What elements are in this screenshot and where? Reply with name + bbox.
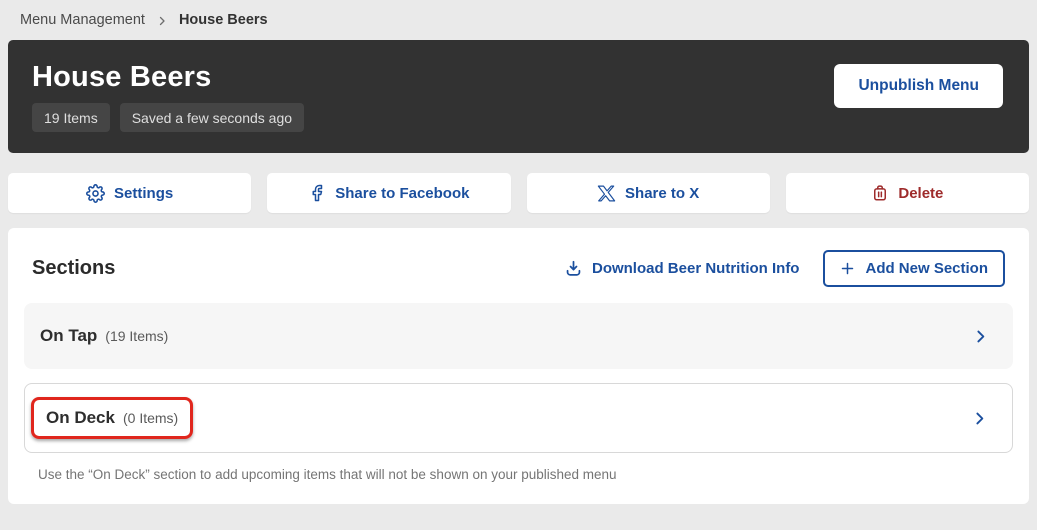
share-facebook-button[interactable]: Share to Facebook: [267, 173, 511, 213]
section-name: On Tap: [40, 326, 98, 345]
section-row-on-deck[interactable]: On Deck (0 Items): [24, 383, 1013, 453]
facebook-icon: [308, 184, 326, 202]
breadcrumb-current-page: House Beers: [178, 12, 268, 28]
annotation-highlight: On Deck (0 Items): [31, 397, 194, 439]
settings-button-label: Settings: [114, 184, 174, 202]
saved-status-badge: Saved a few seconds ago: [119, 103, 305, 132]
breadcrumb: Menu Management House Beers: [0, 0, 1037, 40]
sections-actions: Download Beer Nutrition Info Add New Sec…: [564, 250, 1005, 287]
breadcrumb-chevron-icon: [156, 15, 168, 27]
download-nutrition-link-label: Download Beer Nutrition Info: [591, 260, 800, 277]
gear-icon: [86, 183, 105, 203]
share-x-button-label: Share to X: [625, 184, 700, 202]
download-nutrition-link[interactable]: Download Beer Nutrition Info: [564, 259, 800, 278]
section-item-count: (0 Items): [122, 410, 179, 426]
trash-icon: [871, 184, 889, 202]
add-new-section-button-label: Add New Section: [865, 260, 988, 277]
add-new-section-button[interactable]: Add New Section: [823, 250, 1005, 287]
breadcrumb-link-menu-management[interactable]: Menu Management: [20, 12, 145, 28]
item-count-badge: 19 Items: [32, 103, 110, 132]
plus-icon: [840, 261, 855, 276]
on-deck-help-text: Use the “On Deck” section to add upcomin…: [38, 467, 617, 482]
chevron-right-icon: [972, 328, 989, 345]
section-row-on-tap[interactable]: On Tap (19 Items): [24, 303, 1013, 369]
settings-button[interactable]: Settings: [8, 173, 252, 213]
sections-heading: Sections: [32, 257, 116, 279]
menu-toolbar: Settings Share to Facebook Share to X De…: [8, 173, 1029, 213]
download-icon: [564, 259, 583, 278]
delete-menu-button-label: Delete: [898, 184, 944, 202]
menu-header: House Beers 19 Items Saved a few seconds…: [8, 40, 1029, 153]
chevron-right-icon: [971, 410, 988, 427]
section-item-count: (19 Items): [105, 328, 169, 344]
section-rows: On Tap (19 Items) On Deck (0 Items): [24, 303, 1013, 453]
sections-panel-header: Sections Download Beer Nutrition Info Ad…: [8, 250, 1029, 287]
unpublish-menu-button[interactable]: Unpublish Menu: [834, 64, 1003, 108]
share-facebook-button-label: Share to Facebook: [335, 184, 470, 202]
delete-menu-button[interactable]: Delete: [785, 173, 1029, 213]
sections-panel: Sections Download Beer Nutrition Info Ad…: [8, 228, 1029, 504]
section-name: On Deck: [46, 408, 115, 427]
x-logo-icon: [597, 184, 616, 203]
share-x-button[interactable]: Share to X: [526, 173, 770, 213]
